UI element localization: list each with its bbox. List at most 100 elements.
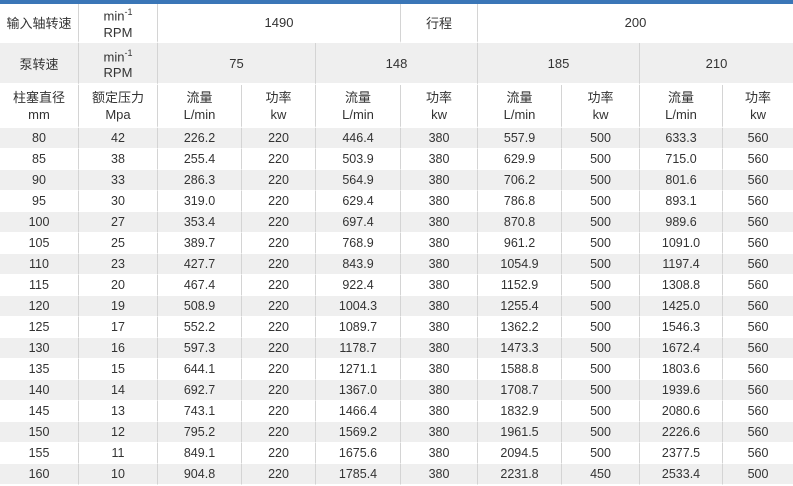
table-cell: 629.9 <box>478 149 562 170</box>
table-cell: 220 <box>242 443 316 464</box>
table-cell: 500 <box>562 212 640 233</box>
table-cell: 150 <box>0 422 79 443</box>
table-cell: 1152.9 <box>478 275 562 296</box>
table-cell: 1425.0 <box>640 296 723 317</box>
table-row: 15012795.22201569.23801961.55002226.6560 <box>0 422 793 443</box>
column-header-power-4: 功率 kw <box>723 85 793 128</box>
table-cell: 961.2 <box>478 233 562 254</box>
table-cell: 130 <box>0 338 79 359</box>
power-label: 功率 <box>562 89 639 106</box>
table-cell: 1255.4 <box>478 296 562 317</box>
table-cell: 17 <box>79 317 158 338</box>
table-cell: 1803.6 <box>640 359 723 380</box>
table-cell: 380 <box>401 464 478 485</box>
table-row: 14513743.12201466.43801832.95002080.6560 <box>0 401 793 422</box>
table-cell: 1466.4 <box>316 401 401 422</box>
table-cell: 1569.2 <box>316 422 401 443</box>
table-row: 10525389.7220768.9380961.25001091.0560 <box>0 233 793 254</box>
table-cell: 15 <box>79 359 158 380</box>
header-row-columns: 柱塞直径 mm 额定压力 Mpa 流量 L/min 功率 kw <box>0 85 793 128</box>
table-cell: 743.1 <box>158 401 242 422</box>
column-header-flow-1: 流量 L/min <box>158 85 242 128</box>
column-header-power-3: 功率 kw <box>562 85 640 128</box>
table-cell: 380 <box>401 149 478 170</box>
table-cell: 500 <box>562 254 640 275</box>
table-cell: 220 <box>242 296 316 317</box>
table-cell: 2094.5 <box>478 443 562 464</box>
table-row: 12019508.92201004.33801255.45001425.0560 <box>0 296 793 317</box>
table-cell: 922.4 <box>316 275 401 296</box>
flow-unit: L/min <box>316 106 400 123</box>
unit-base: min <box>104 9 125 24</box>
table-cell: 1004.3 <box>316 296 401 317</box>
column-header-power-1: 功率 kw <box>242 85 316 128</box>
table-row: 9033286.3220564.9380706.2500801.6560 <box>0 170 793 191</box>
table-row: 12517552.22201089.73801362.25001546.3560 <box>0 317 793 338</box>
table-cell: 1785.4 <box>316 464 401 485</box>
table-cell: 380 <box>401 275 478 296</box>
table-cell: 380 <box>401 422 478 443</box>
table-cell: 33 <box>79 170 158 191</box>
pressure-label: 额定压力 <box>79 89 157 106</box>
data-rows: 8042226.2220446.4380557.9500633.35608538… <box>0 128 793 485</box>
table-cell: 560 <box>723 443 793 464</box>
table-cell: 380 <box>401 191 478 212</box>
table-cell: 560 <box>723 401 793 422</box>
table-cell: 500 <box>562 296 640 317</box>
table-cell: 16 <box>79 338 158 359</box>
table-cell: 380 <box>401 170 478 191</box>
header-row-input-speed: 输入轴转速 min-1 RPM 1490 行程 200 <box>0 4 793 43</box>
table-cell: 893.1 <box>640 191 723 212</box>
pump-speed-value-2: 148 <box>316 43 478 85</box>
pump-spec-table: 输入轴转速 min-1 RPM 1490 行程 200 泵转速 min-1 RP… <box>0 4 793 485</box>
table-cell: 220 <box>242 338 316 359</box>
table-cell: 500 <box>562 191 640 212</box>
table-cell: 38 <box>79 149 158 170</box>
flow-label: 流量 <box>158 89 241 106</box>
table-cell: 560 <box>723 338 793 359</box>
power-unit: kw <box>562 106 639 123</box>
pump-speed-value-1: 75 <box>158 43 316 85</box>
table-cell: 23 <box>79 254 158 275</box>
table-cell: 220 <box>242 149 316 170</box>
table-cell: 560 <box>723 317 793 338</box>
table-cell: 560 <box>723 275 793 296</box>
table-row: 11520467.4220922.43801152.95001308.8560 <box>0 275 793 296</box>
table-cell: 220 <box>242 191 316 212</box>
table-row: 16010904.82201785.43802231.84502533.4500 <box>0 464 793 485</box>
table-cell: 697.4 <box>316 212 401 233</box>
table-cell: 801.6 <box>640 170 723 191</box>
table-cell: 560 <box>723 254 793 275</box>
diameter-label: 柱塞直径 <box>0 89 78 106</box>
diameter-unit: mm <box>0 106 78 123</box>
table-cell: 11 <box>79 443 158 464</box>
table-cell: 220 <box>242 401 316 422</box>
unit-exponent: -1 <box>124 7 132 17</box>
table-cell: 560 <box>723 380 793 401</box>
table-cell: 560 <box>723 212 793 233</box>
table-cell: 1675.6 <box>316 443 401 464</box>
table-row: 10027353.4220697.4380870.8500989.6560 <box>0 212 793 233</box>
table-cell: 80 <box>0 128 79 149</box>
table-cell: 500 <box>562 170 640 191</box>
table-cell: 19 <box>79 296 158 317</box>
table-cell: 1091.0 <box>640 233 723 254</box>
table-cell: 715.0 <box>640 149 723 170</box>
table-cell: 226.2 <box>158 128 242 149</box>
table-cell: 870.8 <box>478 212 562 233</box>
table-cell: 597.3 <box>158 338 242 359</box>
table-cell: 560 <box>723 128 793 149</box>
table-cell: 427.7 <box>158 254 242 275</box>
table-cell: 560 <box>723 359 793 380</box>
table-cell: 220 <box>242 128 316 149</box>
table-cell: 1961.5 <box>478 422 562 443</box>
table-cell: 768.9 <box>316 233 401 254</box>
table-cell: 2533.4 <box>640 464 723 485</box>
table-cell: 220 <box>242 422 316 443</box>
table-cell: 380 <box>401 296 478 317</box>
table-row: 8042226.2220446.4380557.9500633.3560 <box>0 128 793 149</box>
table-cell: 503.9 <box>316 149 401 170</box>
table-cell: 450 <box>562 464 640 485</box>
table-cell: 319.0 <box>158 191 242 212</box>
table-cell: 1832.9 <box>478 401 562 422</box>
